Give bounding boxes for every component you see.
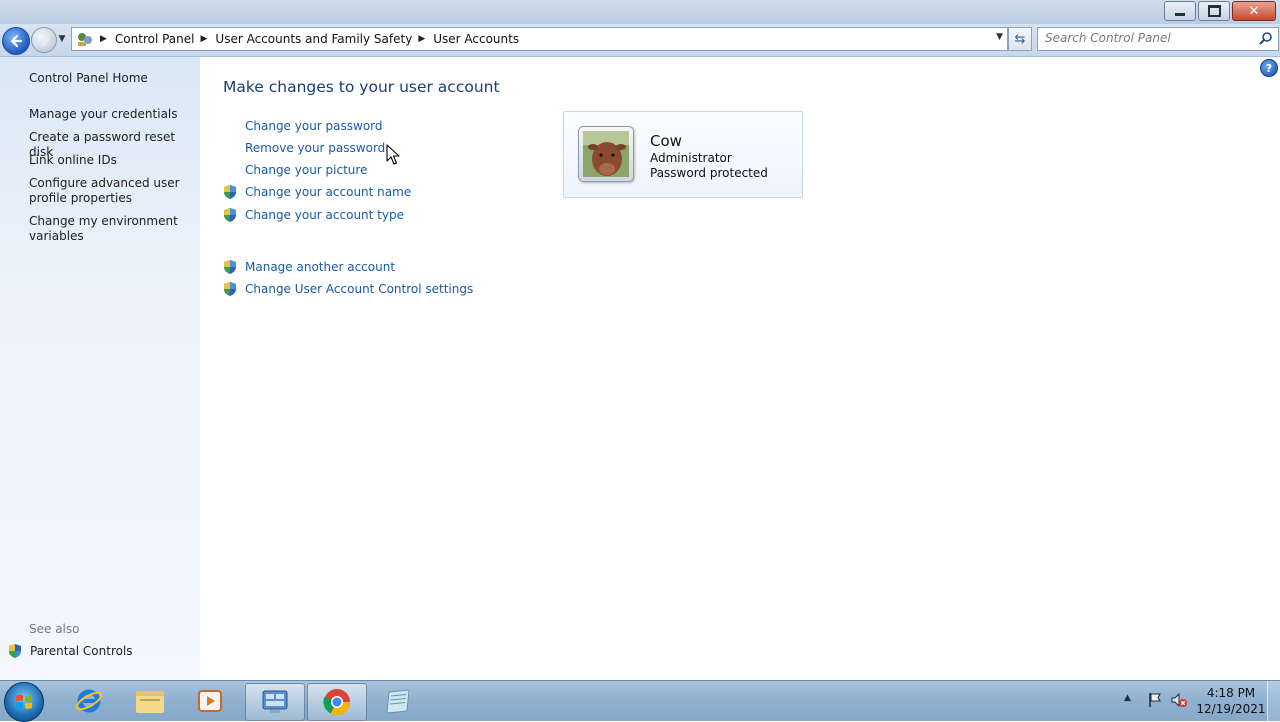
forward-button[interactable]: [31, 27, 57, 53]
control-panel-home-link[interactable]: Control Panel Home: [29, 71, 194, 86]
change-password-link[interactable]: Change your password: [245, 119, 383, 133]
main-content: ? Make changes to your user account Chan…: [200, 57, 1280, 680]
mouse-pointer-icon: [386, 144, 400, 165]
change-account-type-link[interactable]: Change your account type: [245, 208, 404, 222]
parental-controls-label: Parental Controls: [30, 644, 133, 658]
arrow-left-icon: [10, 34, 23, 48]
help-icon: ?: [1265, 61, 1273, 75]
account-card: Cow Administrator Password protected: [563, 111, 803, 198]
window-titlebar: ✕: [0, 0, 1280, 24]
manage-another-account-link[interactable]: Manage another account: [245, 260, 395, 274]
media-player-icon: [198, 690, 222, 712]
account-password-status: Password protected: [650, 166, 768, 180]
sidebar-item-advanced-profile-properties[interactable]: Configure advanced user profile properti…: [29, 176, 194, 206]
shield-icon: [224, 282, 236, 296]
start-button[interactable]: [4, 682, 44, 722]
show-desktop-button[interactable]: [1267, 681, 1280, 721]
chrome-icon: [323, 689, 351, 716]
control-panel-icon: [76, 31, 94, 47]
minimize-button[interactable]: [1164, 1, 1196, 21]
taskbar-media-player[interactable]: [181, 683, 239, 719]
taskbar-control-panel[interactable]: [245, 683, 305, 721]
window-controls: ✕: [1162, 1, 1276, 21]
clock-time: 4:18 PM: [1206, 686, 1256, 700]
breadcrumb-user-accounts-family-safety[interactable]: User Accounts and Family Safety: [215, 32, 412, 46]
search-input[interactable]: [1038, 28, 1255, 48]
windows-logo-icon: [16, 694, 32, 709]
taskbar-notepad[interactable]: [369, 683, 427, 719]
help-button[interactable]: ?: [1260, 59, 1278, 77]
taskbar-windows-explorer[interactable]: [121, 683, 179, 719]
page-title: Make changes to your user account: [223, 78, 500, 96]
notepad-icon: [386, 689, 410, 714]
restore-icon: [1207, 5, 1221, 17]
folder-icon: [136, 691, 164, 713]
account-name: Cow: [650, 132, 682, 150]
task-change-picture[interactable]: Change your picture: [222, 162, 367, 178]
parental-controls-link[interactable]: Parental Controls: [7, 643, 133, 659]
volume-muted-icon[interactable]: [1170, 691, 1188, 709]
navigation-bar: ▼ ▶ Control Panel ▶ User Accounts and Fa…: [0, 24, 1280, 57]
refresh-button[interactable]: ⇆: [1008, 27, 1032, 51]
taskbar-chrome[interactable]: [307, 683, 367, 721]
chevron-down-icon: ▼: [58, 34, 66, 44]
refresh-icon: ⇆: [1014, 31, 1026, 47]
sidebar-item-manage-credentials[interactable]: Manage your credentials: [29, 107, 194, 122]
sidebar-item-link-online-ids[interactable]: Link online IDs: [29, 153, 194, 168]
left-navigation-pane: Control Panel Home Manage your credentia…: [0, 57, 200, 680]
search-icon[interactable]: [1259, 31, 1273, 45]
task-change-account-type[interactable]: Change your account type: [222, 207, 404, 223]
search-box[interactable]: [1037, 27, 1279, 51]
change-account-name-link[interactable]: Change your account name: [245, 185, 411, 199]
close-button[interactable]: ✕: [1232, 1, 1276, 21]
address-bar[interactable]: ▶ Control Panel ▶ User Accounts and Fami…: [71, 27, 1008, 51]
taskbar-internet-explorer[interactable]: [60, 683, 118, 719]
account-picture: [578, 126, 634, 182]
shield-icon: [9, 644, 21, 658]
restore-button[interactable]: [1198, 1, 1230, 21]
shield-icon: [224, 185, 236, 199]
task-uac-settings[interactable]: Change User Account Control settings: [222, 281, 473, 297]
chevron-right-icon: ▶: [100, 34, 107, 44]
back-button[interactable]: [2, 27, 30, 55]
chevron-right-icon: ▶: [200, 34, 208, 44]
see-also-heading: See also: [29, 622, 80, 636]
task-change-password[interactable]: Change your password: [222, 118, 383, 134]
chevron-right-icon: ▶: [418, 34, 426, 44]
minimize-icon: [1175, 12, 1185, 16]
sidebar-item-environment-variables[interactable]: Change my environment variables: [29, 214, 194, 244]
action-center-flag-icon[interactable]: [1146, 691, 1164, 709]
account-type: Administrator: [650, 151, 732, 165]
system-clock[interactable]: 4:18 PM 12/19/2021: [1196, 685, 1266, 717]
control-panel-icon: [262, 690, 288, 713]
breadcrumb-user-accounts[interactable]: User Accounts: [433, 32, 519, 46]
change-picture-link[interactable]: Change your picture: [245, 163, 367, 177]
task-remove-password[interactable]: Remove your password: [222, 140, 385, 156]
uac-settings-link[interactable]: Change User Account Control settings: [245, 282, 473, 296]
recent-pages-button[interactable]: ▼: [57, 32, 67, 46]
task-manage-another-account[interactable]: Manage another account: [222, 259, 395, 275]
shield-icon: [224, 260, 236, 274]
close-icon: ✕: [1248, 3, 1260, 19]
breadcrumb-control-panel[interactable]: Control Panel: [115, 32, 195, 46]
clock-date: 12/19/2021: [1196, 702, 1266, 716]
cow-photo-icon: [583, 131, 629, 177]
arrow-right-icon: [38, 34, 49, 46]
show-hidden-icons-button[interactable]: ▲: [1124, 693, 1131, 703]
taskbar: ▲ 4:18 PM 12/19/2021: [0, 680, 1280, 722]
shield-icon: [224, 208, 236, 222]
address-history-dropdown[interactable]: ▼: [996, 32, 1003, 42]
task-change-account-name[interactable]: Change your account name: [222, 184, 411, 200]
remove-password-link[interactable]: Remove your password: [245, 141, 385, 155]
internet-explorer-icon: [75, 689, 103, 713]
